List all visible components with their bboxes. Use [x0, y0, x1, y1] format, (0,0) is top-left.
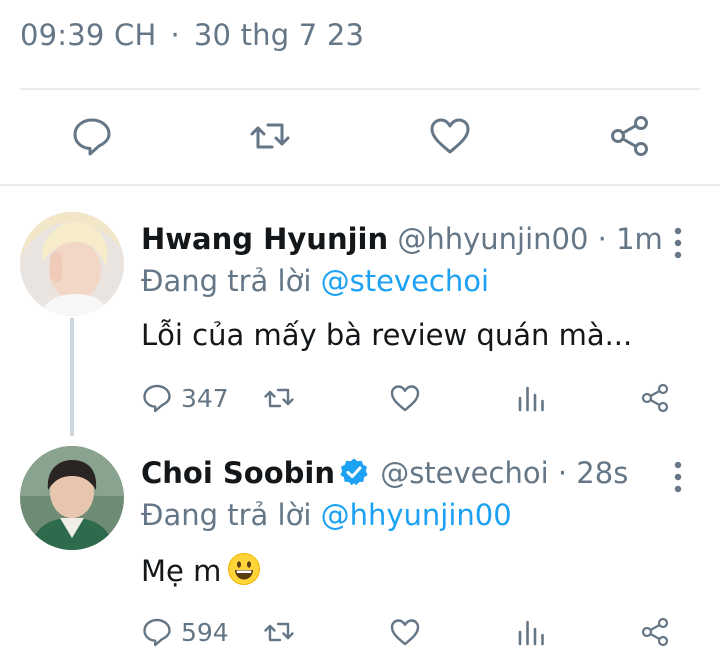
reply-button[interactable]: 594 [141, 612, 229, 651]
replying-prefix: Đang trả lời [141, 498, 312, 532]
replying-to: Đang trả lời @stevechoi [141, 264, 489, 298]
meta-separator: · [170, 18, 180, 52]
analytics-button[interactable] [515, 612, 547, 651]
share-button[interactable] [639, 378, 671, 418]
reply-icon [143, 384, 171, 413]
mention-link[interactable]: @hhyunjin00 [321, 498, 512, 532]
main-reply-button[interactable] [70, 114, 114, 158]
reply-button[interactable]: 347 [141, 378, 229, 418]
meta-separator: · [597, 222, 607, 256]
tweet-text: Mẹ m [141, 552, 261, 588]
divider [0, 184, 720, 186]
tweet-text-content: Mẹ m [141, 554, 222, 588]
reply-count: 347 [181, 383, 229, 413]
like-icon [390, 385, 420, 412]
reply-action-bar: 347 [141, 378, 701, 418]
share-icon [641, 617, 669, 647]
display-name[interactable]: Choi Soobin [141, 456, 335, 490]
divider [20, 88, 700, 90]
user-handle[interactable]: @stevechoi [380, 456, 548, 490]
retweet-button[interactable] [263, 612, 295, 651]
relative-time: 1m [616, 222, 663, 256]
avatar[interactable] [20, 212, 124, 316]
reply-action-bar: 594 [141, 612, 701, 651]
like-icon [430, 118, 470, 154]
retweet-icon [250, 123, 290, 149]
mention-link[interactable]: @stevechoi [321, 264, 489, 298]
main-like-button[interactable] [428, 114, 472, 158]
display-name[interactable]: Hwang Hyunjin [141, 222, 388, 256]
analytics-icon [518, 620, 544, 646]
tweet-text: Lỗi của mấy bà review quán mà... [141, 318, 633, 352]
share-button[interactable] [639, 612, 671, 651]
replying-prefix: Đang trả lời [141, 264, 312, 298]
main-retweet-button[interactable] [248, 114, 292, 158]
main-action-bar [0, 108, 720, 164]
share-icon [611, 116, 648, 156]
verified-badge-icon [340, 458, 368, 486]
more-options-icon[interactable] [664, 226, 692, 260]
main-share-button[interactable] [608, 114, 652, 158]
user-handle[interactable]: @hhyunjin00 [397, 222, 588, 256]
like-icon [390, 619, 420, 646]
retweet-icon [264, 622, 294, 642]
reply-header: Hwang Hyunjin @hhyunjin00 · 1m [141, 222, 663, 256]
reply-icon [143, 618, 171, 647]
relative-time: 28s [576, 456, 629, 490]
retweet-button[interactable] [263, 378, 295, 418]
thread-connector-line [70, 318, 74, 436]
analytics-icon [518, 386, 544, 412]
replying-to: Đang trả lời @hhyunjin00 [141, 498, 512, 532]
avatar[interactable] [20, 446, 124, 550]
tweet-date: 30 thg 7 23 [193, 18, 365, 52]
more-options-icon[interactable] [664, 460, 692, 494]
tweet-time: 09:39 CH [20, 18, 157, 52]
tweet-timestamp: 09:39 CH · 30 thg 7 23 [20, 18, 364, 52]
grinning-face-emoji-icon [228, 553, 261, 585]
reply-header: Choi Soobin @stevechoi · 28s [141, 456, 628, 490]
like-button[interactable] [389, 378, 421, 418]
retweet-icon [264, 388, 294, 408]
reply-count: 594 [181, 617, 229, 647]
share-icon [641, 383, 669, 413]
analytics-button[interactable] [515, 378, 547, 418]
reply-icon [73, 118, 111, 156]
meta-separator: · [557, 456, 568, 490]
like-button[interactable] [389, 612, 421, 651]
